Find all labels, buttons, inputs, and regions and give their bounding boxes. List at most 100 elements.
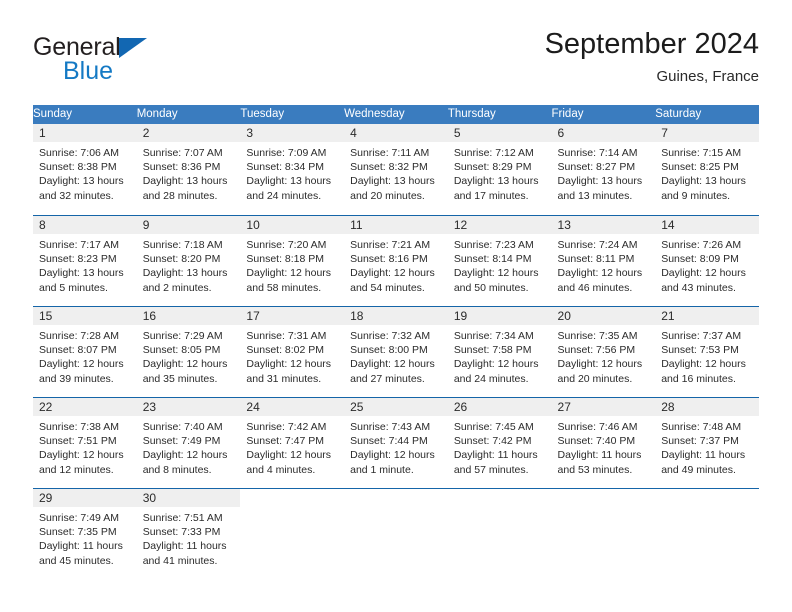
day-cell-inner: 27 Sunrise: 7:46 AM Sunset: 7:40 PM Dayligh… (551, 397, 656, 487)
daylight-duration-line2: and 28 minutes. (142, 189, 218, 202)
sunset-time: Sunset: 8:20 PM (142, 253, 221, 266)
day-sun-details: Sunrise: 7:17 AM Sunset: 8:23 PM Daylight:… (33, 234, 137, 295)
day-sun-details: Sunrise: 7:34 AM Sunset: 7:58 PM Daylight:… (448, 325, 552, 386)
daylight-duration-line1: Daylight: 12 hours (557, 358, 643, 371)
calendar-day-cell[interactable]: 26 Sunrise: 7:45 AM Sunset: 7:42 PM Dayligh… (447, 396, 552, 488)
calendar-day-cell[interactable]: 14 Sunrise: 7:26 AM Sunset: 8:09 PM Dayligh… (655, 214, 759, 306)
logo-word-blue: Blue (63, 57, 114, 85)
calendar-day-cell[interactable]: 25 Sunrise: 7:43 AM Sunset: 7:44 PM Dayligh… (344, 396, 448, 488)
day-cell-inner: 10 Sunrise: 7:20 AM Sunset: 8:18 PM Dayligh… (240, 215, 345, 305)
day-number: 8 (33, 216, 137, 234)
calendar-header-row: Sunday Monday Tuesday Wednesday Thursday… (33, 105, 759, 124)
calendar-day-cell[interactable]: 29 Sunrise: 7:49 AM Sunset: 7:35 PM Dayligh… (33, 487, 137, 578)
sunset-time: Sunset: 7:42 PM (453, 435, 532, 448)
day-cell-inner: 25 Sunrise: 7:43 AM Sunset: 7:44 PM Dayligh… (344, 397, 448, 487)
day-number: 2 (136, 124, 241, 142)
calendar-day-cell[interactable]: 18 Sunrise: 7:32 AM Sunset: 8:00 PM Dayligh… (344, 305, 448, 397)
day-cell-inner: 3 Sunrise: 7:09 AM Sunset: 8:34 PM Daylight… (240, 124, 345, 214)
title-block: September 2024 Guines, France (545, 26, 759, 88)
calendar-day-cell[interactable]: 5 Sunrise: 7:12 AM Sunset: 8:29 PM Daylight… (447, 124, 552, 215)
daylight-duration-line1: Daylight: 13 hours (246, 175, 332, 188)
calendar-day-cell[interactable]: 30 Sunrise: 7:51 AM Sunset: 7:33 PM Dayligh… (136, 487, 241, 578)
calendar-day-cell[interactable]: 10 Sunrise: 7:20 AM Sunset: 8:18 PM Dayligh… (240, 214, 345, 306)
daylight-duration-line2: and 9 minutes. (661, 189, 731, 202)
day-number (344, 489, 448, 507)
calendar-day-cell[interactable]: 6 Sunrise: 7:14 AM Sunset: 8:27 PM Daylight… (551, 124, 656, 215)
daylight-duration-line1: Daylight: 12 hours (350, 358, 435, 371)
sunset-time: Sunset: 8:36 PM (142, 161, 221, 174)
sunrise-time: Sunrise: 7:09 AM (246, 147, 327, 159)
daylight-duration-line1: Daylight: 12 hours (39, 358, 124, 371)
sunrise-time: Sunrise: 7:17 AM (39, 239, 119, 251)
calendar-day-cell[interactable]: 23 Sunrise: 7:40 AM Sunset: 7:49 PM Dayligh… (136, 396, 241, 488)
day-sun-details: Sunrise: 7:32 AM Sunset: 8:00 PM Daylight:… (344, 325, 448, 386)
day-number: 23 (136, 398, 241, 416)
calendar-day-cell[interactable]: 20 Sunrise: 7:35 AM Sunset: 7:56 PM Dayligh… (551, 305, 656, 397)
sunset-time: Sunset: 8:00 PM (350, 344, 428, 357)
day-cell-inner: 22 Sunrise: 7:38 AM Sunset: 7:51 PM Dayligh… (33, 397, 137, 487)
calendar-day-cell[interactable]: 28 Sunrise: 7:48 AM Sunset: 7:37 PM Dayligh… (655, 396, 759, 488)
calendar-day-cell[interactable]: 19 Sunrise: 7:34 AM Sunset: 7:58 PM Dayligh… (447, 305, 552, 397)
day-sun-details: Sunrise: 7:14 AM Sunset: 8:27 PM Daylight:… (552, 142, 656, 203)
day-cell-inner: 24 Sunrise: 7:42 AM Sunset: 7:47 PM Dayligh… (240, 397, 345, 487)
weekday-header-sunday: Sunday (33, 105, 137, 124)
sunset-time: Sunset: 8:07 PM (39, 344, 117, 357)
weekday-header-monday: Monday (136, 105, 241, 124)
calendar-day-cell[interactable]: 9 Sunrise: 7:18 AM Sunset: 8:20 PM Daylight… (136, 214, 241, 306)
day-number: 19 (447, 307, 552, 325)
day-number: 30 (136, 489, 241, 507)
day-number: 1 (33, 124, 137, 142)
calendar-day-cell[interactable]: 21 Sunrise: 7:37 AM Sunset: 7:53 PM Dayligh… (655, 305, 759, 397)
calendar-day-cell[interactable]: 11 Sunrise: 7:21 AM Sunset: 8:16 PM Dayligh… (344, 214, 448, 306)
day-cell-inner: 9 Sunrise: 7:18 AM Sunset: 8:20 PM Daylight… (136, 215, 241, 305)
day-number: 6 (551, 124, 656, 142)
daylight-duration-line2: and 46 minutes. (557, 281, 633, 294)
day-cell-inner: 29 Sunrise: 7:49 AM Sunset: 7:35 PM Dayligh… (33, 488, 137, 578)
day-sun-details: Sunrise: 7:43 AM Sunset: 7:44 PM Daylight:… (344, 416, 448, 477)
sunrise-time: Sunrise: 7:15 AM (661, 147, 742, 159)
calendar-day-cell[interactable]: 4 Sunrise: 7:11 AM Sunset: 8:32 PM Daylight… (344, 124, 448, 215)
sunset-time: Sunset: 7:58 PM (453, 344, 532, 357)
sunrise-time: Sunrise: 7:45 AM (453, 421, 534, 433)
day-number: 12 (447, 216, 552, 234)
calendar-day-cell[interactable]: 17 Sunrise: 7:31 AM Sunset: 8:02 PM Dayligh… (240, 305, 345, 397)
general-blue-logo[interactable]: General Blue (33, 34, 233, 94)
calendar-day-cell[interactable]: 27 Sunrise: 7:46 AM Sunset: 7:40 PM Dayligh… (551, 396, 656, 488)
calendar-day-cell[interactable]: 15 Sunrise: 7:28 AM Sunset: 8:07 PM Dayligh… (33, 305, 137, 397)
daylight-duration-line2: and 27 minutes. (350, 372, 425, 385)
daylight-duration-line1: Daylight: 13 hours (557, 175, 643, 188)
daylight-duration-line2: and 17 minutes. (453, 189, 529, 202)
calendar-day-cell[interactable]: 2 Sunrise: 7:07 AM Sunset: 8:36 PM Daylight… (136, 124, 241, 215)
calendar-day-cell[interactable]: 12 Sunrise: 7:23 AM Sunset: 8:14 PM Dayligh… (447, 214, 552, 306)
page-header: General Blue September 2024 Guines, Fran… (33, 26, 759, 98)
calendar-day-cell[interactable]: 16 Sunrise: 7:29 AM Sunset: 8:05 PM Dayligh… (136, 305, 241, 397)
sunrise-time: Sunrise: 7:38 AM (39, 421, 119, 433)
calendar-day-cell[interactable]: 8 Sunrise: 7:17 AM Sunset: 8:23 PM Daylight… (33, 214, 137, 306)
daylight-duration-line2: and 32 minutes. (39, 189, 114, 202)
page-subtitle-location: Guines, France (656, 68, 759, 85)
calendar-day-cell[interactable]: 3 Sunrise: 7:09 AM Sunset: 8:34 PM Daylight… (240, 124, 345, 215)
sunrise-time: Sunrise: 7:48 AM (661, 421, 742, 433)
sunrise-time: Sunrise: 7:20 AM (246, 239, 327, 251)
sunrise-time: Sunrise: 7:40 AM (142, 421, 223, 433)
calendar-day-cell[interactable]: 7 Sunrise: 7:15 AM Sunset: 8:25 PM Daylight… (655, 124, 759, 215)
calendar-day-cell[interactable]: 1 Sunrise: 7:06 AM Sunset: 8:38 PM Daylight… (33, 124, 137, 215)
calendar-day-cell[interactable]: 13 Sunrise: 7:24 AM Sunset: 8:11 PM Dayligh… (551, 214, 656, 306)
day-cell-inner (240, 488, 345, 578)
day-cell-inner: 23 Sunrise: 7:40 AM Sunset: 7:49 PM Dayligh… (136, 397, 241, 487)
calendar-day-cell[interactable]: 24 Sunrise: 7:42 AM Sunset: 7:47 PM Dayligh… (240, 396, 345, 488)
daylight-duration-line1: Daylight: 13 hours (661, 175, 746, 188)
daylight-duration-line2: and 24 minutes. (246, 189, 322, 202)
day-number: 14 (655, 216, 759, 234)
day-cell-inner: 20 Sunrise: 7:35 AM Sunset: 7:56 PM Dayligh… (551, 306, 656, 396)
daylight-duration-line1: Daylight: 11 hours (39, 540, 123, 553)
sunset-time: Sunset: 8:32 PM (350, 161, 428, 174)
daylight-duration-line2: and 2 minutes. (142, 281, 212, 294)
day-number (655, 489, 759, 507)
daylight-duration-line2: and 4 minutes. (246, 463, 316, 476)
daylight-duration-line2: and 24 minutes. (453, 372, 529, 385)
sunset-time: Sunset: 7:44 PM (350, 435, 428, 448)
sunrise-time: Sunrise: 7:31 AM (246, 330, 327, 342)
calendar-day-cell[interactable]: 22 Sunrise: 7:38 AM Sunset: 7:51 PM Dayligh… (33, 396, 137, 488)
day-cell-inner: 18 Sunrise: 7:32 AM Sunset: 8:00 PM Dayligh… (344, 306, 448, 396)
